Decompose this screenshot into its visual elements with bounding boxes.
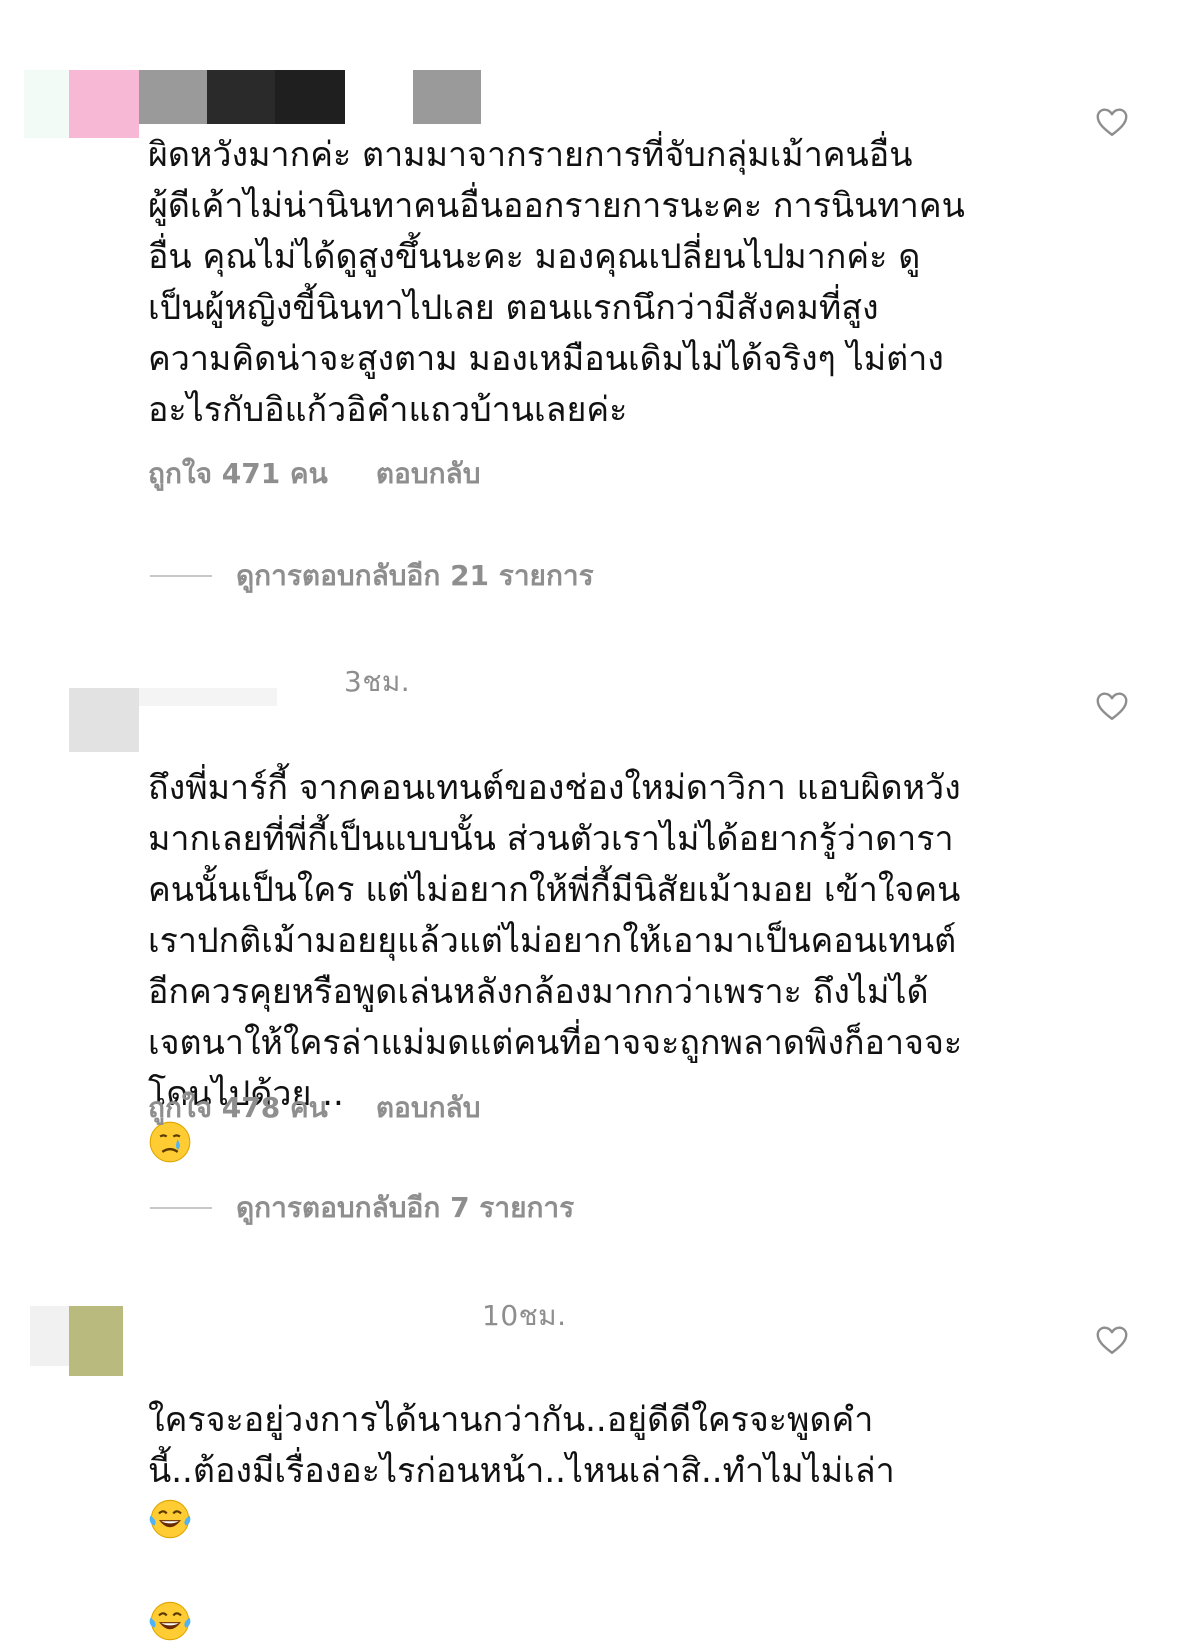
tears-of-joy-emoji	[149, 1601, 191, 1641]
view-replies-button[interactable]: ดูการตอบกลับอีก 7 รายการ	[150, 1186, 574, 1230]
reply-button[interactable]: ตอบกลับ	[376, 1086, 481, 1130]
comment-timestamp: 10ชม.	[482, 1299, 567, 1332]
comment-text-body: ถึงพี่มาร์กี้ จากคอนเทนต์ของช่องใหม่ดาวิ…	[148, 768, 963, 1114]
view-replies-button[interactable]: ดูการตอบกลับอีก 21 รายการ	[150, 554, 594, 598]
divider-line	[150, 1207, 212, 1209]
comment-text: ใครจะอยู่วงการได้นานกว่ากัน..อยู่ดีดีใคร…	[148, 1344, 1048, 1650]
likes-count[interactable]: ถูกใจ 478 คน	[148, 1086, 328, 1130]
censored-avatar	[69, 688, 139, 752]
comment-meta: ถูกใจ 478 คน ตอบกลับ	[148, 1086, 480, 1130]
censor-block-gray-2	[413, 70, 481, 124]
view-replies-label: ดูการตอบกลับอีก 21 รายการ	[236, 559, 594, 592]
tears-of-joy-emoji	[149, 1499, 191, 1539]
censor-block-olive	[69, 1306, 123, 1376]
likes-count[interactable]: ถูกใจ 471 คน	[148, 452, 328, 496]
reply-button[interactable]: ตอบกลับ	[376, 452, 481, 496]
view-replies-label: ดูการตอบกลับอีก 7 รายการ	[236, 1191, 575, 1224]
censor-block-black	[275, 70, 345, 124]
censored-avatar	[30, 1306, 70, 1366]
censor-block-dark	[207, 70, 275, 124]
censor-block-light	[139, 688, 277, 706]
divider-line	[150, 575, 212, 577]
censored-avatar	[24, 70, 70, 138]
censor-block-pink	[69, 70, 139, 138]
censor-block-gray	[139, 70, 207, 124]
comment-timestamp: 3ชม.	[344, 665, 411, 698]
heart-outline-icon[interactable]	[1094, 1322, 1130, 1358]
comment-text: ผิดหวังมากค่ะ ตามมาจากรายการที่จับกลุ่มเ…	[148, 135, 965, 430]
heart-outline-icon[interactable]	[1094, 104, 1130, 140]
comment-meta: ถูกใจ 471 คน ตอบกลับ	[148, 452, 480, 496]
comment-text-body: ใครจะอยู่วงการได้นานกว่ากัน..อยู่ดีดีใคร…	[148, 1400, 895, 1491]
heart-outline-icon[interactable]	[1094, 688, 1130, 724]
